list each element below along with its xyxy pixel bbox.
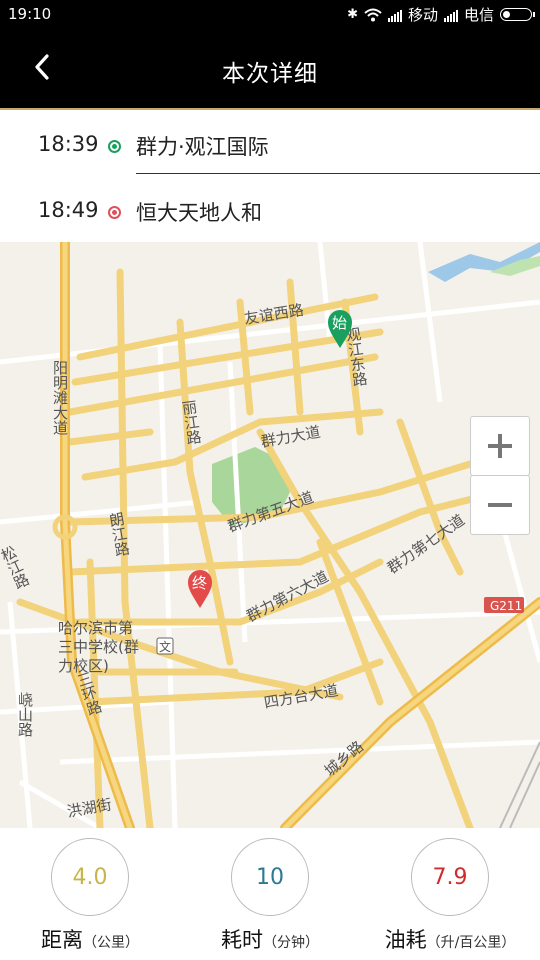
fuel-value: 7.9 <box>411 838 489 916</box>
distance-unit: （公里） <box>83 935 139 951</box>
wifi-icon <box>364 8 382 21</box>
bluetooth-icon: ✱ <box>347 7 358 22</box>
end-dot-icon <box>108 206 121 219</box>
carrier-2: 电信 <box>463 6 494 24</box>
fuel-stat: 7.9 油耗（升/百公里） <box>370 838 530 954</box>
end-marker[interactable]: 终 <box>188 570 212 608</box>
label-songjiang: 松江路 <box>0 543 32 592</box>
label-xiaoshan: 峣山路 <box>16 692 34 737</box>
end-place: 恒大天地人和 <box>136 201 262 225</box>
label-qunli: 群力大道 <box>260 423 322 451</box>
duration-label: 耗时 <box>221 928 263 952</box>
start-marker-text: 始 <box>332 314 347 332</box>
label-honghu: 洪湖街 <box>66 795 113 821</box>
title-bar: 本次详细 <box>0 28 540 108</box>
distance-value: 4.0 <box>51 838 129 916</box>
start-time: 18:39 <box>38 132 99 156</box>
trip-start-row: 18:39 群力·观江国际 <box>0 112 540 174</box>
duration-unit: （分钟） <box>263 935 319 951</box>
duration-value: 10 <box>231 838 309 916</box>
label-yangming: 阳明滩大道 <box>51 360 69 435</box>
start-place: 群力·观江国际 <box>136 135 269 159</box>
map-canvas: 友谊西路 观江东路 阳明滩大道 丽江路 群力大道 群力第五大道 群力第六大道 群… <box>0 242 540 828</box>
zoom-in-button[interactable] <box>470 416 530 476</box>
row-divider <box>136 173 540 174</box>
route-map[interactable]: 友谊西路 观江东路 阳明滩大道 丽江路 群力大道 群力第五大道 群力第六大道 群… <box>0 242 540 828</box>
label-g211: G211 <box>490 599 522 613</box>
start-dot-icon <box>108 140 121 153</box>
zoom-out-button[interactable] <box>470 475 530 535</box>
status-time: 19:10 <box>8 5 52 23</box>
label-qunli6: 群力第六大道 <box>243 567 331 625</box>
fuel-unit: （升/百公里） <box>426 935 516 951</box>
end-marker-text: 终 <box>192 574 207 592</box>
label-school-3: 力校区) <box>58 657 109 675</box>
minus-icon <box>488 503 512 507</box>
plus-icon <box>488 434 512 458</box>
trip-stats: 4.0 距离（公里） 10 耗时（分钟） 7.9 油耗（升/百公里） <box>0 828 540 960</box>
label-school-2: 三中学校(群 <box>58 638 139 656</box>
page-title: 本次详细 <box>222 61 318 87</box>
label-school-1: 哈尔滨市第 <box>58 619 133 637</box>
distance-label: 距离 <box>41 928 83 952</box>
signal-icon <box>387 8 402 22</box>
school-icon-text: 文 <box>159 639 171 654</box>
signal-icon-2 <box>443 8 458 22</box>
end-time: 18:49 <box>38 198 99 222</box>
label-lijiang: 丽江路 <box>179 399 203 446</box>
header-divider <box>0 108 540 110</box>
carrier-1: 移动 <box>407 6 438 24</box>
battery-icon <box>500 8 535 21</box>
distance-stat: 4.0 距离（公里） <box>20 838 160 954</box>
fuel-label: 油耗 <box>384 928 427 952</box>
status-bar: 19:10 ✱ 移动 电信 <box>0 0 540 28</box>
trip-end-row: 18:49 恒大天地人和 <box>0 178 540 240</box>
duration-stat: 10 耗时（分钟） <box>200 838 340 954</box>
